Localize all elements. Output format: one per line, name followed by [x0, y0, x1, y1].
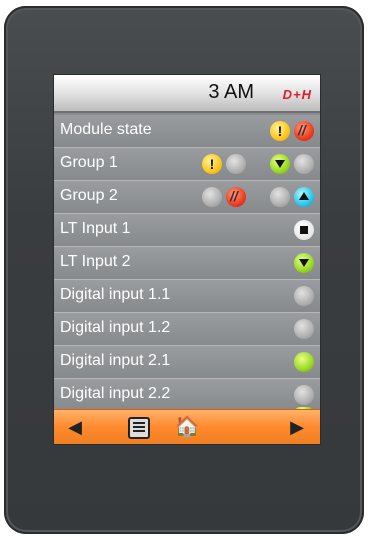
list-item-group-2[interactable]: Group 2 //: [54, 181, 320, 214]
status-list: Module state ! // Group 1 ! Group 2 // L…: [54, 115, 320, 412]
brand-logo: D+H: [282, 87, 312, 102]
back-arrow-icon[interactable]: ◀: [60, 414, 90, 440]
fault-icon: //: [226, 187, 246, 207]
row-label: LT Input 2: [60, 253, 131, 270]
row-label: Digital input 1.1: [60, 286, 171, 303]
list-item-lt-input-2[interactable]: LT Input 2: [54, 247, 320, 280]
warning-icon: !: [270, 121, 290, 141]
status-led-on: [294, 352, 314, 372]
row-label: Digital input 2.2: [60, 385, 171, 402]
device-frame: 3 AM D+H Module state ! // Group 1 ! Gro…: [4, 6, 364, 534]
status-led-off: [226, 154, 246, 174]
menu-list-icon[interactable]: [128, 417, 150, 439]
bottom-nav-bar: ◀ 🏠 ▶: [54, 409, 320, 444]
row-label: Digital input 1.2: [60, 319, 171, 336]
list-item-module-state[interactable]: Module state ! //: [54, 115, 320, 148]
up-arrow-shape: [299, 192, 309, 200]
forward-arrow-icon[interactable]: ▶: [282, 414, 312, 440]
status-led-off: [270, 187, 290, 207]
stop-icon: [294, 220, 314, 240]
fault-slash: //: [230, 188, 238, 204]
display-screen: 3 AM D+H Module state ! // Group 1 ! Gro…: [54, 75, 320, 444]
status-led-off: [202, 187, 222, 207]
status-led-off: [294, 286, 314, 306]
fault-icon: //: [294, 121, 314, 141]
row-label: Group 1: [60, 154, 118, 171]
list-item-lt-input-1[interactable]: LT Input 1: [54, 214, 320, 247]
stop-square: [300, 226, 308, 234]
row-label: Module state: [60, 121, 152, 138]
down-arrow-icon: [270, 154, 290, 174]
up-arrow-icon: [294, 187, 314, 207]
row-label: Group 2: [60, 187, 118, 204]
row-label: LT Input 1: [60, 220, 131, 237]
list-item-digital-input-1-1[interactable]: Digital input 1.1: [54, 280, 320, 313]
down-arrow-shape: [275, 160, 285, 168]
status-led-off: [294, 385, 314, 405]
clock-time: 3 AM: [208, 81, 254, 103]
list-item-digital-input-2-1[interactable]: Digital input 2.1: [54, 346, 320, 379]
list-item-digital-input-2-2[interactable]: Digital input 2.2: [54, 379, 320, 412]
list-item-digital-input-1-2[interactable]: Digital input 1.2: [54, 313, 320, 346]
down-arrow-icon: [294, 253, 314, 273]
down-arrow-shape: [299, 259, 309, 267]
status-led-off: [294, 319, 314, 339]
warning-glyph: !: [209, 156, 215, 172]
status-led-off: [294, 154, 314, 174]
list-item-group-1[interactable]: Group 1 !: [54, 148, 320, 181]
home-icon[interactable]: 🏠: [172, 414, 202, 440]
fault-slash: //: [298, 122, 306, 138]
row-label: Digital input 2.1: [60, 352, 171, 369]
warning-icon: !: [202, 154, 222, 174]
header-bar: 3 AM D+H: [54, 75, 320, 113]
warning-glyph: !: [277, 123, 283, 139]
